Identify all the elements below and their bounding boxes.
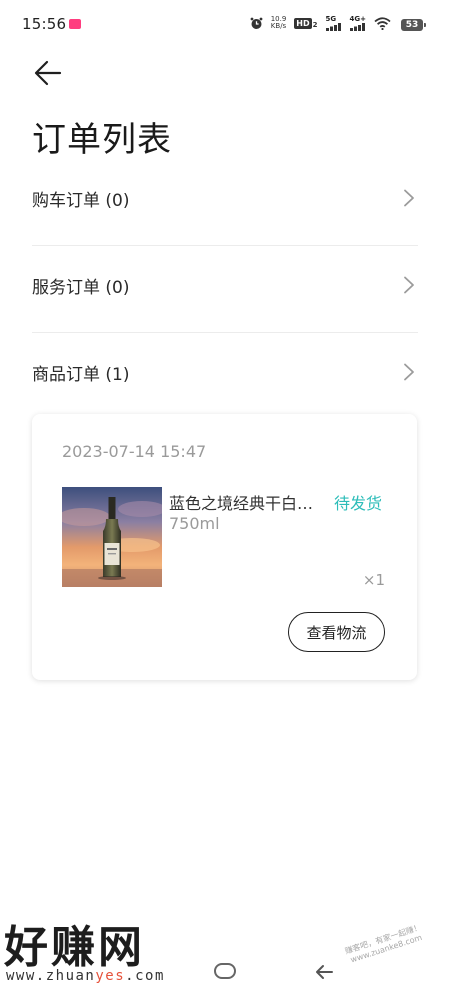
product-quantity: ×1 xyxy=(362,571,385,589)
alarm-clock-icon xyxy=(250,17,263,30)
signal-5g-label: 5G xyxy=(325,14,337,23)
order-status-badge: 待发货 xyxy=(334,494,383,513)
hd-index: 2 xyxy=(312,20,318,29)
watermark-url: www.zhuanyes.com xyxy=(6,968,165,984)
nav-back-button[interactable] xyxy=(314,963,334,981)
row-divider xyxy=(32,245,418,246)
order-time: 2023-07-14 15:47 xyxy=(62,442,207,461)
row-divider xyxy=(32,332,418,333)
battery-icon: 53 xyxy=(401,19,426,31)
network-speed-unit: KB/s xyxy=(270,22,287,30)
product-orders-label: 商品订单 (1) xyxy=(32,364,130,385)
chevron-right-icon xyxy=(404,276,414,294)
hd-voice-icon: HD 2 xyxy=(294,17,318,29)
signal-4g-icon: 4G+ xyxy=(349,14,366,31)
nav-home-button[interactable] xyxy=(214,963,236,979)
car-orders-label: 购车订单 (0) xyxy=(32,190,130,211)
product-image[interactable] xyxy=(62,487,162,587)
service-orders-row[interactable]: 服务订单 (0) xyxy=(32,257,418,313)
status-icons: 10.9 KB/s HD 2 5G 4G+ xyxy=(250,14,391,32)
watermark-stamp: 赚客吧，有家一起赚！ www.zuanke8.com xyxy=(334,920,441,989)
status-bar: 15:56 10.9 KB/s HD 2 5G 4G+ 53 xyxy=(0,0,449,40)
watermark-url-highlight: yes xyxy=(95,968,126,984)
chevron-right-icon xyxy=(404,189,414,207)
service-orders-label: 服务订单 (0) xyxy=(32,277,130,298)
wifi-icon xyxy=(374,16,391,30)
car-orders-row[interactable]: 购车订单 (0) xyxy=(32,170,418,226)
signal-5g-icon: 5G xyxy=(325,14,342,31)
status-time: 15:56 xyxy=(22,15,67,33)
chevron-right-icon xyxy=(404,363,414,381)
page-title: 订单列表 xyxy=(32,120,172,160)
network-speed: 10.9 KB/s xyxy=(271,16,287,30)
watermark-url-suffix: .com xyxy=(125,968,165,984)
watermark-url-prefix: www.zhuan xyxy=(6,968,96,984)
view-logistics-button[interactable]: 查看物流 xyxy=(288,612,385,652)
order-card[interactable]: 2023-07-14 15:47 蓝色之境经典干白… 待发货 750ml ×1 … xyxy=(32,414,417,680)
product-spec: 750ml xyxy=(169,514,220,533)
product-orders-row[interactable]: 商品订单 (1) xyxy=(32,344,418,400)
hd-label: HD xyxy=(294,17,312,29)
signal-4g-label: 4G+ xyxy=(349,14,366,23)
nav-back-icon xyxy=(316,965,333,979)
back-button[interactable] xyxy=(30,56,66,90)
product-name: 蓝色之境经典干白… xyxy=(169,494,314,513)
notification-app-icon xyxy=(69,19,81,29)
arrow-left-icon xyxy=(34,60,62,86)
